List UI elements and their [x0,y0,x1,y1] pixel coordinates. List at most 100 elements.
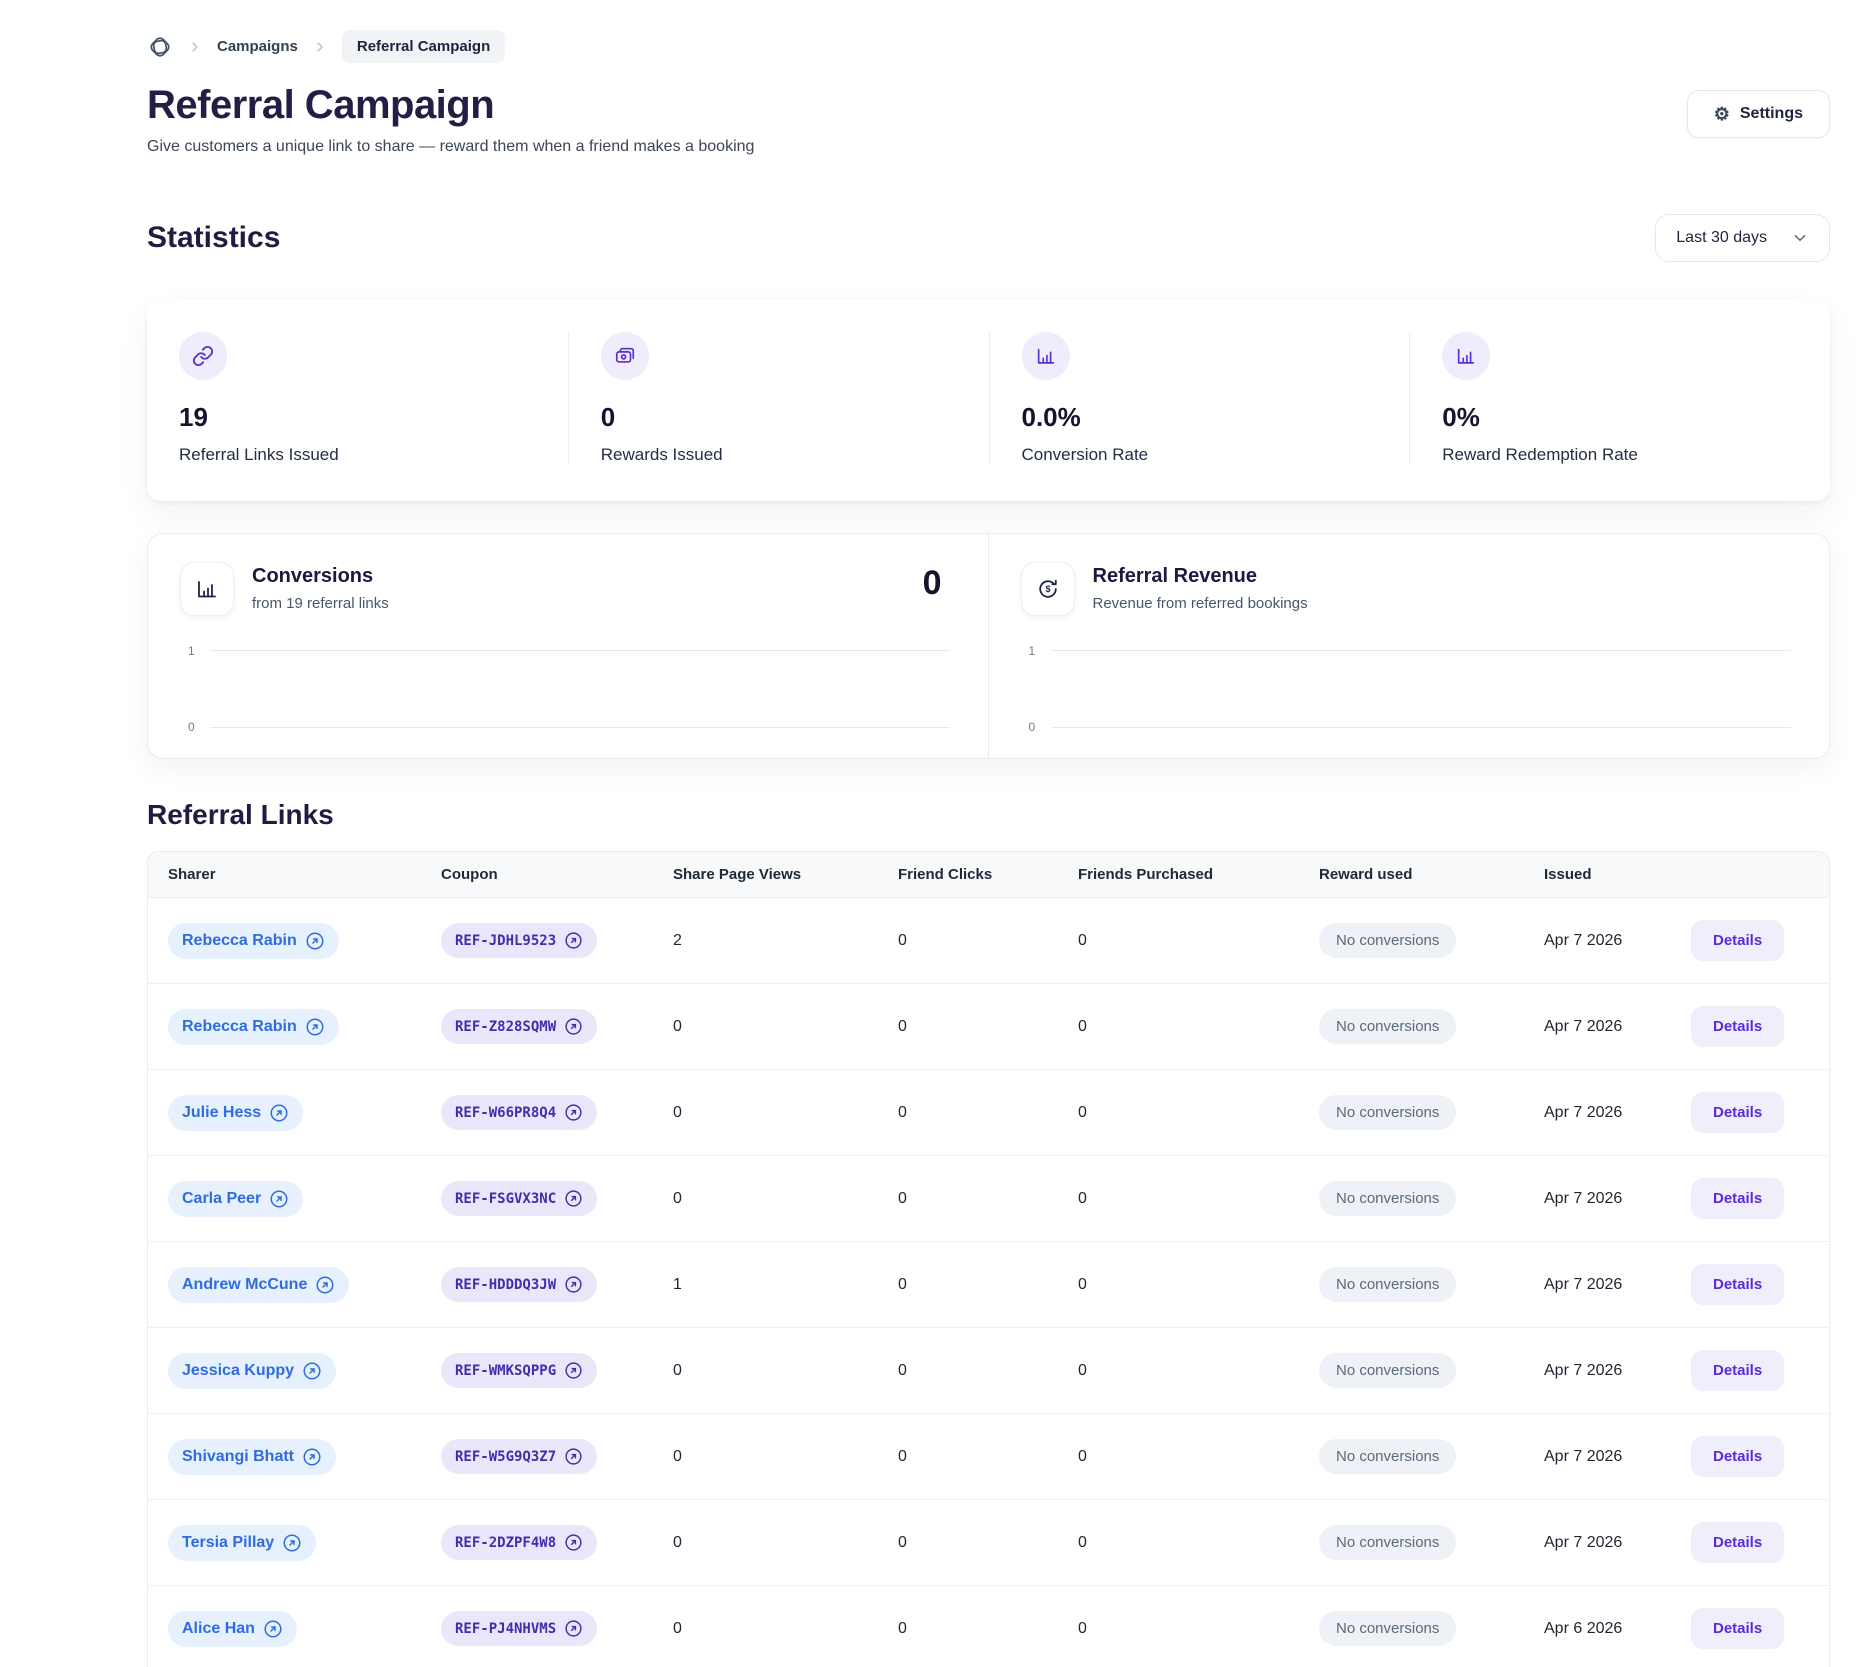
reward-used-badge: No conversions [1319,1009,1457,1044]
issued-date: Apr 7 2026 [1524,1155,1671,1242]
coupon-link[interactable]: REF-HDDDQ3JW [441,1267,598,1302]
column-header-share-page-views: Share Page Views [653,852,878,898]
sharer-link[interactable]: Julie Hess [168,1094,304,1131]
conversions-total: 0 [922,564,942,602]
date-range-value: Last 30 days [1676,229,1767,246]
breadcrumb: Campaigns Referral Campaign [147,30,1830,63]
reward-used-badge: No conversions [1319,1267,1457,1302]
external-link-icon [565,932,582,949]
breadcrumb-item-campaigns[interactable]: Campaigns [217,38,298,55]
sharer-link[interactable]: Andrew McCune [168,1266,350,1303]
stat-value: 19 [179,402,208,432]
y-axis-max-label: 1 [188,644,195,658]
svg-text:$: $ [1045,584,1050,594]
sharer-name: Julie Hess [182,1103,262,1121]
details-button[interactable]: Details [1691,1006,1785,1047]
details-button[interactable]: Details [1691,1178,1785,1219]
table-body: Rebecca Rabin REF-JDHL9523 2 0 0 No conv… [148,897,1829,1667]
column-header-friends-purchased: Friends Purchased [1058,852,1299,898]
coupon-link[interactable]: REF-W5G9Q3Z7 [441,1439,598,1474]
friend-clicks-value: 0 [878,1069,1058,1156]
friends-purchased-value: 0 [1058,1327,1299,1414]
link-icon [179,332,227,380]
external-link-icon [565,1448,582,1465]
friend-clicks-value: 0 [878,1327,1058,1414]
external-link-icon [565,1190,582,1207]
coupon-code: REF-Z828SQMW [455,1018,557,1035]
table-row: Rebecca Rabin REF-Z828SQMW 0 0 0 No conv… [148,983,1829,1070]
sharer-link[interactable]: Rebecca Rabin [168,1008,339,1045]
friend-clicks-value: 0 [878,983,1058,1070]
revenue-title: Referral Revenue [1092,565,1258,587]
sharer-link[interactable]: Tersia Pillay [168,1524,317,1561]
sharer-link[interactable]: Alice Han [168,1610,297,1647]
coupon-link[interactable]: REF-JDHL9523 [441,923,598,958]
coupon-code: REF-JDHL9523 [455,932,557,949]
charts-card: Conversions from 19 referral links 0 1 0… [147,533,1830,759]
table-row: Alice Han REF-PJ4NHVMS 0 0 0 No conversi… [148,1585,1829,1667]
date-range-select[interactable]: Last 30 days [1655,214,1830,262]
details-button[interactable]: Details [1691,1350,1785,1391]
column-header-sharer: Sharer [148,852,421,898]
reward-used-badge: No conversions [1319,1611,1457,1646]
column-header-friend-clicks: Friend Clicks [878,852,1058,898]
coupon-code: REF-W5G9Q3Z7 [455,1448,557,1465]
external-link-icon [565,1018,582,1035]
sharer-link[interactable]: Carla Peer [168,1180,304,1217]
table-row: Tersia Pillay REF-2DZPF4W8 0 0 0 No conv… [148,1499,1829,1586]
details-button[interactable]: Details [1691,1092,1785,1133]
details-button[interactable]: Details [1691,1608,1785,1649]
coupon-link[interactable]: REF-FSGVX3NC [441,1181,598,1216]
details-button[interactable]: Details [1691,1264,1785,1305]
bar-chart-icon [1442,332,1491,380]
coupon-link[interactable]: REF-2DZPF4W8 [441,1525,598,1560]
external-link-icon [565,1362,582,1379]
coupon-link[interactable]: REF-PJ4NHVMS [441,1611,598,1646]
details-button[interactable]: Details [1691,1436,1785,1477]
issued-date: Apr 7 2026 [1524,897,1671,984]
chevron-down-icon [1791,229,1809,247]
coupon-icon [600,332,649,380]
column-header-reward-used: Reward used [1299,852,1524,898]
share-page-views-value: 1 [653,1241,878,1328]
conversions-title: Conversions [252,565,374,587]
stats-card: 19 Referral Links Issued 0 Rewards Issue… [147,300,1830,501]
table-header-row: Sharer Coupon Share Page Views Friend Cl… [148,852,1829,898]
breadcrumb-item-referral-campaign[interactable]: Referral Campaign [341,30,506,63]
table-row: Shivangi Bhatt REF-W5G9Q3Z7 0 0 0 No con… [148,1413,1829,1500]
referral-links-table: Sharer Coupon Share Page Views Friend Cl… [148,852,1829,1667]
sharer-name: Shivangi Bhatt [182,1447,295,1465]
page-title: Referral Campaign [147,83,495,127]
friend-clicks-value: 0 [878,1413,1058,1500]
external-link-icon [306,1017,324,1036]
coupon-link[interactable]: REF-WMKSQPPG [441,1353,598,1388]
app-logo-icon[interactable] [147,34,173,60]
friends-purchased-value: 0 [1058,983,1299,1070]
friend-clicks-value: 0 [878,1499,1058,1586]
revenue-cycle-icon: $ [1020,562,1075,616]
sharer-link[interactable]: Jessica Kuppy [168,1352,337,1389]
details-button[interactable]: Details [1691,920,1785,961]
referral-links-table-card: Sharer Coupon Share Page Views Friend Cl… [147,851,1830,1667]
share-page-views-value: 0 [653,1585,878,1667]
sharer-link[interactable]: Rebecca Rabin [168,922,339,959]
coupon-code: REF-2DZPF4W8 [455,1534,557,1551]
coupon-code: REF-PJ4NHVMS [455,1620,557,1637]
coupon-link[interactable]: REF-Z828SQMW [441,1009,598,1044]
friend-clicks-value: 0 [878,1155,1058,1242]
external-link-icon [283,1533,301,1552]
issued-date: Apr 7 2026 [1524,1241,1671,1328]
sharer-name: Carla Peer [182,1189,262,1207]
friends-purchased-value: 0 [1058,1499,1299,1586]
sharer-link[interactable]: Shivangi Bhatt [168,1438,337,1475]
sharer-name: Tersia Pillay [182,1533,275,1551]
page-subtitle: Give customers a unique link to share — … [147,138,755,155]
stat-value: 0 [600,402,616,432]
share-page-views-value: 0 [653,1155,878,1242]
settings-button[interactable]: ⚙ Settings [1686,90,1830,138]
details-button[interactable]: Details [1691,1522,1785,1563]
referral-links-heading: Referral Links [147,799,334,830]
coupon-link[interactable]: REF-W66PR8Q4 [441,1095,598,1130]
revenue-plot-area: 1 0 [1029,644,1791,734]
reward-used-badge: No conversions [1319,1353,1457,1388]
